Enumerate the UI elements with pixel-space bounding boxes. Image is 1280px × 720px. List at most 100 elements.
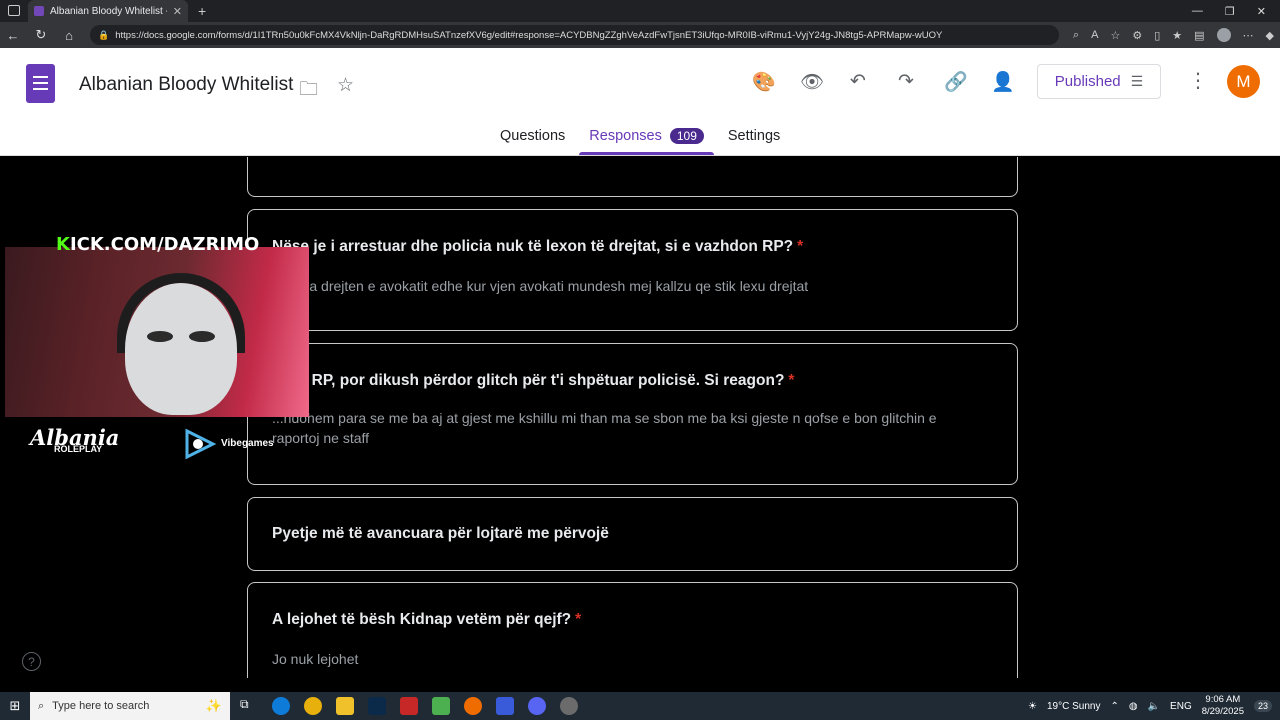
- edge-icon[interactable]: [272, 697, 290, 715]
- notification-badge[interactable]: 23: [1253, 700, 1272, 712]
- more-icon[interactable]: ⋯: [1243, 29, 1254, 42]
- folder-icon[interactable]: 🗀: [299, 75, 318, 107]
- tab-title: Albanian Bloody Whitelist - Goog: [50, 5, 167, 17]
- tab-actions-icon[interactable]: [8, 5, 20, 16]
- obs-icon[interactable]: [560, 697, 578, 715]
- search-icon: ⌕: [38, 699, 45, 712]
- response-card-partial: [247, 157, 1018, 197]
- answer-text: Jo nuk lejohet: [272, 651, 359, 667]
- required-marker: *: [797, 238, 804, 255]
- favorites-icon[interactable]: ★: [1172, 29, 1182, 42]
- link-icon[interactable]: 🔗: [944, 70, 968, 94]
- clock[interactable]: 9:06 AM 8/29/2025: [1202, 694, 1244, 718]
- form-title[interactable]: Albanian Bloody Whitelist: [79, 74, 293, 96]
- address-bar-row: ← ↻ ⌂ 🔒 https://docs.google.com/forms/d/…: [0, 22, 1280, 48]
- question-title: ...një RP, por dikush përdor glitch për …: [272, 372, 795, 389]
- clock-date: 8/29/2025: [1201, 706, 1244, 717]
- preview-eye-icon[interactable]: 👁: [800, 70, 824, 94]
- new-tab-icon[interactable]: +: [198, 3, 206, 19]
- add-collaborator-icon[interactable]: 👤: [991, 70, 1015, 94]
- published-label: Published: [1054, 73, 1121, 90]
- copilot-icon[interactable]: ◆: [1266, 29, 1274, 42]
- restore-icon[interactable]: ❐: [1225, 5, 1235, 18]
- question-title: Nëse je i arrestuar dhe policia nuk të l…: [272, 238, 804, 255]
- browser-tab[interactable]: Albanian Bloody Whitelist - Goog ✕: [28, 0, 188, 22]
- server-logo-sub: ROLEPLAY: [54, 444, 103, 454]
- help-icon[interactable]: ?: [22, 652, 41, 671]
- close-tab-icon[interactable]: ✕: [173, 5, 182, 18]
- close-window-icon[interactable]: ✕: [1257, 5, 1266, 18]
- blender-icon[interactable]: [464, 697, 482, 715]
- back-icon[interactable]: ←: [6, 28, 20, 43]
- avatar[interactable]: M: [1227, 65, 1260, 98]
- response-card: ...një RP, por dikush përdor glitch për …: [247, 343, 1018, 485]
- discord-icon[interactable]: [528, 697, 546, 715]
- palette-icon[interactable]: 🎨: [752, 70, 776, 94]
- vibegames-logo-icon: [185, 428, 217, 460]
- search-placeholder: Type here to search: [52, 700, 150, 712]
- url-field[interactable]: 🔒 https://docs.google.com/forms/d/1I1TRn…: [90, 25, 1059, 45]
- redo-icon[interactable]: ↷: [898, 70, 914, 93]
- section-card: Pyetje më të avancuara për lojtarë me pë…: [247, 497, 1018, 571]
- taskbar: ⊞ ⌕ Type here to search ✨ ⧉ ☀ 19°C Sunny…: [0, 692, 1280, 720]
- required-marker: *: [788, 372, 795, 389]
- clock-time: 9:06 AM: [1205, 694, 1241, 705]
- published-button[interactable]: Published ☰: [1037, 64, 1161, 99]
- search-highlight-icon: ✨: [205, 698, 222, 713]
- tab-settings[interactable]: Settings: [728, 128, 780, 150]
- answer-text: ...ndohem para se me ba aj at gjest me k…: [272, 410, 937, 446]
- url-text: https://docs.google.com/forms/d/1I1TRn50…: [115, 29, 943, 41]
- zoom-icon[interactable]: ⌕: [1073, 29, 1079, 42]
- profile-icon[interactable]: [1216, 28, 1231, 42]
- responses-view[interactable]: Nëse je i arrestuar dhe policia nuk të l…: [0, 157, 1280, 678]
- star-icon[interactable]: ☆: [337, 74, 354, 97]
- minimize-icon[interactable]: —: [1192, 5, 1203, 18]
- responses-count-badge: 109: [669, 128, 704, 144]
- acrobat-icon[interactable]: [400, 697, 418, 715]
- sponsor-label: Vibegames: [221, 438, 274, 449]
- tray-arrow-icon[interactable]: ⌃: [1110, 701, 1118, 712]
- undo-icon[interactable]: ↶: [850, 70, 866, 93]
- split-screen-icon[interactable]: ▯: [1154, 29, 1160, 42]
- read-aloud-icon[interactable]: A: [1091, 29, 1098, 41]
- file-explorer-icon[interactable]: [336, 697, 354, 715]
- forms-favicon-icon: [34, 6, 44, 16]
- kick-channel-banner: KICK.COM/DAZRIMO: [56, 234, 260, 255]
- more-options-icon[interactable]: ⋮: [1188, 68, 1208, 93]
- tab-responses-label: Responses: [589, 128, 662, 144]
- pinned-apps: ⧉: [240, 697, 578, 715]
- question-title: A lejohet të bësh Kidnap vetëm për qejf?…: [272, 611, 582, 628]
- lock-icon: 🔒: [98, 29, 110, 40]
- refresh-icon[interactable]: ↻: [34, 27, 48, 43]
- windows-start-icon[interactable]: ⊞: [0, 698, 30, 714]
- tune-icon: ☰: [1130, 73, 1144, 89]
- forms-header: Albanian Bloody Whitelist 🗀 ☆ 🎨 👁 ↶ ↷ 🔗 …: [0, 48, 1280, 156]
- tab-questions[interactable]: Questions: [500, 128, 565, 150]
- volume-icon[interactable]: 🔈: [1148, 701, 1160, 712]
- browser-tab-bar: Albanian Bloody Whitelist - Goog ✕ + — ❐…: [0, 0, 1280, 22]
- weather-text[interactable]: 19°C Sunny: [1047, 701, 1100, 712]
- collections-icon[interactable]: ▤: [1194, 29, 1204, 42]
- favorite-icon[interactable]: ☆: [1110, 29, 1120, 42]
- store-icon[interactable]: [496, 697, 514, 715]
- app-grid-icon[interactable]: [432, 697, 450, 715]
- section-title: Pyetje më të avancuara për lojtarë me pë…: [272, 525, 609, 542]
- weather-icon: ☀: [1028, 700, 1037, 712]
- lang-indicator[interactable]: ENG: [1170, 701, 1192, 712]
- browser-toolbar-icons: ⌕ A ☆ ⚙ ▯ ★ ▤ ⋯ ◆: [1073, 28, 1274, 42]
- answer-text: ...oli pa drejten e avokatit edhe kur vj…: [272, 278, 809, 294]
- forms-logo-icon[interactable]: [26, 64, 55, 103]
- network-icon[interactable]: ◍: [1129, 701, 1138, 712]
- chrome-icon[interactable]: [304, 697, 322, 715]
- home-icon[interactable]: ⌂: [62, 28, 76, 43]
- taskbar-search[interactable]: ⌕ Type here to search ✨: [30, 692, 230, 720]
- system-tray: ☀ 19°C Sunny ⌃ ◍ 🔈 ENG 9:06 AM 8/29/2025…: [1028, 694, 1280, 718]
- photoshop-icon[interactable]: [368, 697, 386, 715]
- response-card: A lejohet të bësh Kidnap vetëm për qejf?…: [247, 582, 1018, 678]
- response-card: Nëse je i arrestuar dhe policia nuk të l…: [247, 209, 1018, 331]
- extensions-icon[interactable]: ⚙: [1132, 29, 1142, 42]
- tab-responses[interactable]: Responses 109: [579, 128, 714, 155]
- required-marker: *: [575, 611, 582, 628]
- window-controls: — ❐ ✕: [1192, 5, 1280, 18]
- task-view-icon[interactable]: ⧉: [240, 697, 258, 715]
